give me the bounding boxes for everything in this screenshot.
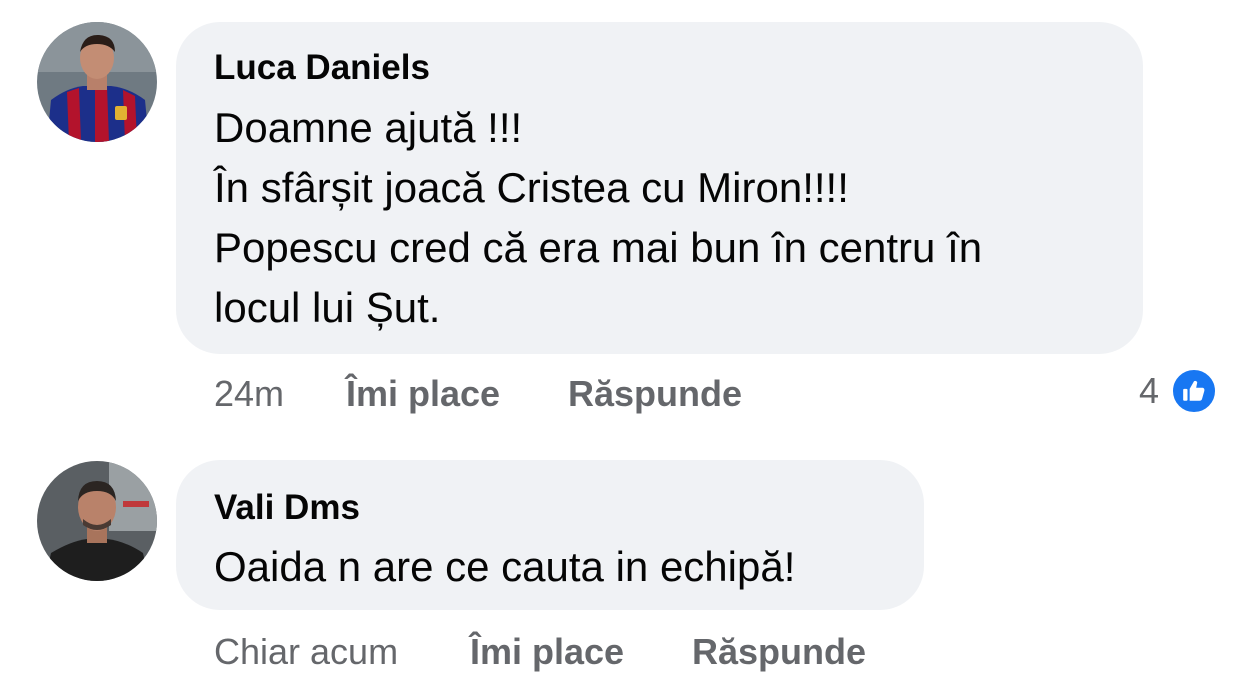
reaction-summary[interactable]: 4 [1139,366,1219,416]
avatar-icon [37,461,157,581]
like-button[interactable]: Îmi place [346,373,500,415]
comment-text-line: În sfârșit joacă Cristea cu Miron!!!! [214,164,849,211]
avatar-icon [37,22,157,142]
comment-timestamp[interactable]: Chiar acum [214,631,398,673]
comment-author[interactable]: Vali Dms [214,488,360,528]
comment-text-line: Oaida n are ce cauta in echipă! [214,543,796,590]
comment-text-line: locul lui Șut. [214,284,441,331]
comment-author[interactable]: Luca Daniels [214,48,430,88]
like-button[interactable]: Îmi place [470,631,624,673]
comment-bubble: Vali Dms Oaida n are ce cauta in echipă! [176,460,924,610]
comment-text-line: Popescu cred că era mai bun în centru în [214,224,983,271]
comment-text-line: Doamne ajută !!! [214,104,523,151]
comment-bubble: Luca Daniels Doamne ajută !!! În sfârșit… [176,22,1143,354]
avatar[interactable] [37,22,157,142]
reply-button[interactable]: Răspunde [568,373,742,415]
reaction-count: 4 [1138,370,1159,411]
like-icon [1169,366,1219,416]
comment-timestamp[interactable]: 24m [214,373,284,415]
avatar[interactable] [37,461,157,581]
reply-button[interactable]: Răspunde [692,631,866,673]
